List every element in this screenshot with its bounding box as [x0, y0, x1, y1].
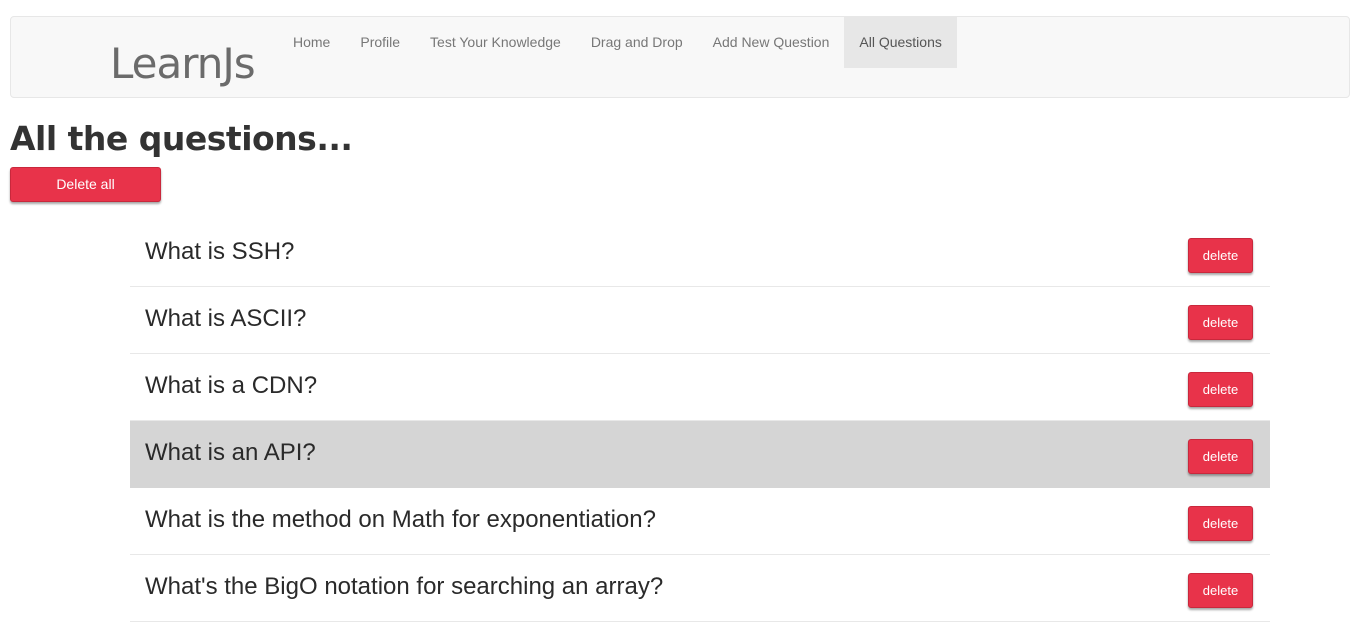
question-text: What is ASCII?	[145, 305, 307, 332]
question-list: What is SSH? delete What is ASCII? delet…	[130, 220, 1270, 622]
question-row: What is the method on Math for exponenti…	[130, 488, 1270, 555]
question-row: What is SSH? delete	[130, 220, 1270, 287]
question-row: What is a CDN? delete	[130, 354, 1270, 421]
page-title: All the questions...	[10, 119, 353, 158]
delete-question-button[interactable]: delete	[1188, 305, 1253, 340]
question-text: What is the method on Math for exponenti…	[145, 506, 656, 533]
question-row: What's the BigO notation for searching a…	[130, 555, 1270, 622]
question-text: What is a CDN?	[145, 372, 318, 399]
nav-link-home[interactable]: Home	[278, 17, 345, 68]
delete-question-button[interactable]: delete	[1188, 506, 1253, 541]
nav-link-profile[interactable]: Profile	[345, 17, 415, 68]
nav-link-drag-and-drop[interactable]: Drag and Drop	[576, 17, 698, 68]
delete-question-button[interactable]: delete	[1188, 238, 1253, 273]
nav-link-all-questions[interactable]: All Questions	[844, 17, 957, 68]
question-row-highlighted: What is an API? delete	[130, 421, 1270, 488]
question-text: What is SSH?	[145, 238, 295, 265]
delete-question-button[interactable]: delete	[1188, 439, 1253, 474]
question-text: What is an API?	[145, 439, 316, 466]
question-row: What is ASCII? delete	[130, 287, 1270, 354]
delete-all-button[interactable]: Delete all	[10, 167, 161, 202]
nav-links: Home Profile Test Your Knowledge Drag an…	[278, 17, 957, 68]
delete-question-button[interactable]: delete	[1188, 573, 1253, 608]
brand-logo[interactable]: LearnJs	[110, 39, 256, 89]
top-navbar: LearnJs Home Profile Test Your Knowledge…	[10, 16, 1350, 98]
nav-link-add-new-question[interactable]: Add New Question	[698, 17, 845, 68]
delete-question-button[interactable]: delete	[1188, 372, 1253, 407]
question-text: What's the BigO notation for searching a…	[145, 573, 664, 600]
nav-link-test-your-knowledge[interactable]: Test Your Knowledge	[415, 17, 576, 68]
